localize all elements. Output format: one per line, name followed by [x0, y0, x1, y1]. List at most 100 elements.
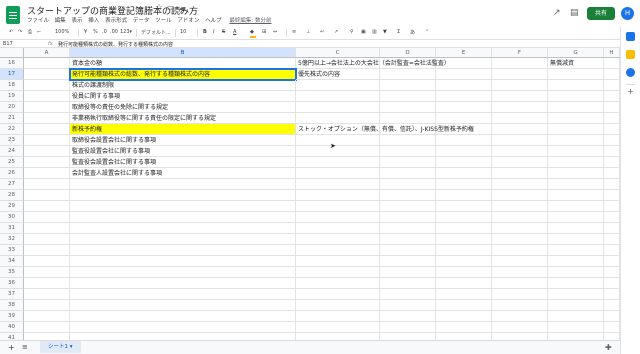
cell-f19[interactable] [492, 91, 548, 102]
cell-f35[interactable] [492, 267, 548, 278]
cell-g17[interactable] [548, 69, 604, 80]
cell-c24[interactable] [296, 146, 380, 157]
cell-c32[interactable] [296, 234, 380, 245]
column-header-b[interactable]: B [70, 48, 296, 58]
cell-c39[interactable] [296, 311, 380, 322]
cell-f34[interactable] [492, 256, 548, 267]
bold-button[interactable]: B [203, 29, 207, 35]
cell-a33[interactable] [24, 245, 70, 256]
cell-f27[interactable] [492, 179, 548, 190]
cell-g29[interactable] [548, 201, 604, 212]
cell-a20[interactable] [24, 102, 70, 113]
insert-comment-icon[interactable]: ▣ [361, 29, 366, 35]
cell-h34[interactable] [604, 256, 620, 267]
tasks-icon[interactable] [626, 68, 635, 77]
comment-icon[interactable]: ▤ [570, 8, 579, 18]
cell-h18[interactable] [604, 80, 620, 91]
add-sheet-icon[interactable]: + [8, 343, 15, 352]
zoom-select[interactable]: 100% [55, 29, 69, 35]
cell-b38[interactable] [70, 300, 296, 311]
cell-f28[interactable] [492, 190, 548, 201]
row-header[interactable]: 36 [0, 278, 24, 289]
cell-d29[interactable] [380, 201, 436, 212]
number-format-select[interactable]: 123▾ [120, 29, 132, 35]
move-folder-icon[interactable]: ▭ [167, 3, 175, 12]
fill-color-icon[interactable]: ◆ [250, 29, 254, 35]
cell-a37[interactable] [24, 289, 70, 300]
cell-f25[interactable] [492, 157, 548, 168]
cell-c38[interactable] [296, 300, 380, 311]
collapse-toolbar-icon[interactable]: ⌃ [425, 29, 429, 35]
cell-e39[interactable] [436, 311, 492, 322]
cell-h21[interactable] [604, 113, 620, 124]
cell-d34[interactable] [380, 256, 436, 267]
text-rotate-icon[interactable]: ↗ [334, 29, 338, 35]
cell-d40[interactable] [380, 322, 436, 333]
cell-a17[interactable] [24, 69, 70, 80]
paint-format-icon[interactable]: ⌐ [37, 29, 41, 35]
cell-a18[interactable] [24, 80, 70, 91]
redo-icon[interactable]: ↷ [18, 29, 22, 35]
column-header-g[interactable]: G [548, 48, 604, 58]
insert-link-icon[interactable]: ⚲ [350, 29, 354, 35]
cell-b23[interactable]: 取締役会設置会社に関する事項 [70, 135, 296, 146]
cell-d31[interactable] [380, 223, 436, 234]
cell-d30[interactable] [380, 212, 436, 223]
horizontal-align-icon[interactable]: ≡ [292, 29, 296, 35]
row-header[interactable]: 30 [0, 212, 24, 223]
cell-b37[interactable] [70, 289, 296, 300]
cell-g31[interactable] [548, 223, 604, 234]
cell-g41[interactable] [548, 333, 604, 340]
cell-d18[interactable] [380, 80, 436, 91]
cell-e19[interactable] [436, 91, 492, 102]
select-all-corner[interactable] [0, 48, 24, 58]
decrease-decimal-button[interactable]: .0 [102, 29, 107, 35]
percent-format-button[interactable]: % [93, 29, 98, 35]
cell-b31[interactable] [70, 223, 296, 234]
text-wrap-icon[interactable]: ↵ [320, 29, 324, 35]
cell-d19[interactable] [380, 91, 436, 102]
cell-e37[interactable] [436, 289, 492, 300]
italic-button[interactable]: I [213, 29, 214, 35]
sheets-logo-icon[interactable] [6, 6, 20, 24]
cell-b16[interactable]: 資本金の額 [70, 58, 296, 69]
cloud-status-icon[interactable]: ☁ [178, 3, 186, 12]
activity-trend-icon[interactable]: ↗ [553, 8, 561, 18]
cell-c17[interactable]: 優先株式の内容 [296, 69, 380, 80]
row-header[interactable]: 41 [0, 333, 24, 340]
cell-b34[interactable] [70, 256, 296, 267]
cell-f18[interactable] [492, 80, 548, 91]
cell-b28[interactable] [70, 190, 296, 201]
row-header[interactable]: 33 [0, 245, 24, 256]
menu-edit[interactable]: 編集 [55, 18, 66, 24]
cell-b32[interactable] [70, 234, 296, 245]
cell-g22[interactable] [548, 124, 604, 135]
cell-g27[interactable] [548, 179, 604, 190]
explore-icon[interactable]: ✚ [605, 343, 612, 352]
cell-a32[interactable] [24, 234, 70, 245]
cell-a25[interactable] [24, 157, 70, 168]
cell-f33[interactable] [492, 245, 548, 256]
cell-g24[interactable] [548, 146, 604, 157]
cell-d26[interactable] [380, 168, 436, 179]
cell-f39[interactable] [492, 311, 548, 322]
increase-decimal-button[interactable]: .00 [110, 29, 118, 35]
name-box[interactable]: B17 [3, 41, 13, 47]
row-header[interactable]: 16 [0, 58, 24, 69]
cell-c26[interactable] [296, 168, 380, 179]
row-header[interactable]: 17 [0, 69, 24, 80]
cell-b39[interactable] [70, 311, 296, 322]
insert-chart-icon[interactable]: ▥ [372, 29, 377, 35]
cell-g35[interactable] [548, 267, 604, 278]
cell-h17[interactable] [604, 69, 620, 80]
column-header-c[interactable]: C [296, 48, 380, 58]
cell-b27[interactable] [70, 179, 296, 190]
cell-c25[interactable] [296, 157, 380, 168]
cell-e21[interactable] [436, 113, 492, 124]
star-icon[interactable]: ☆ [155, 3, 163, 13]
cell-h25[interactable] [604, 157, 620, 168]
cell-b29[interactable] [70, 201, 296, 212]
cell-d33[interactable] [380, 245, 436, 256]
cell-g40[interactable] [548, 322, 604, 333]
cell-e25[interactable] [436, 157, 492, 168]
